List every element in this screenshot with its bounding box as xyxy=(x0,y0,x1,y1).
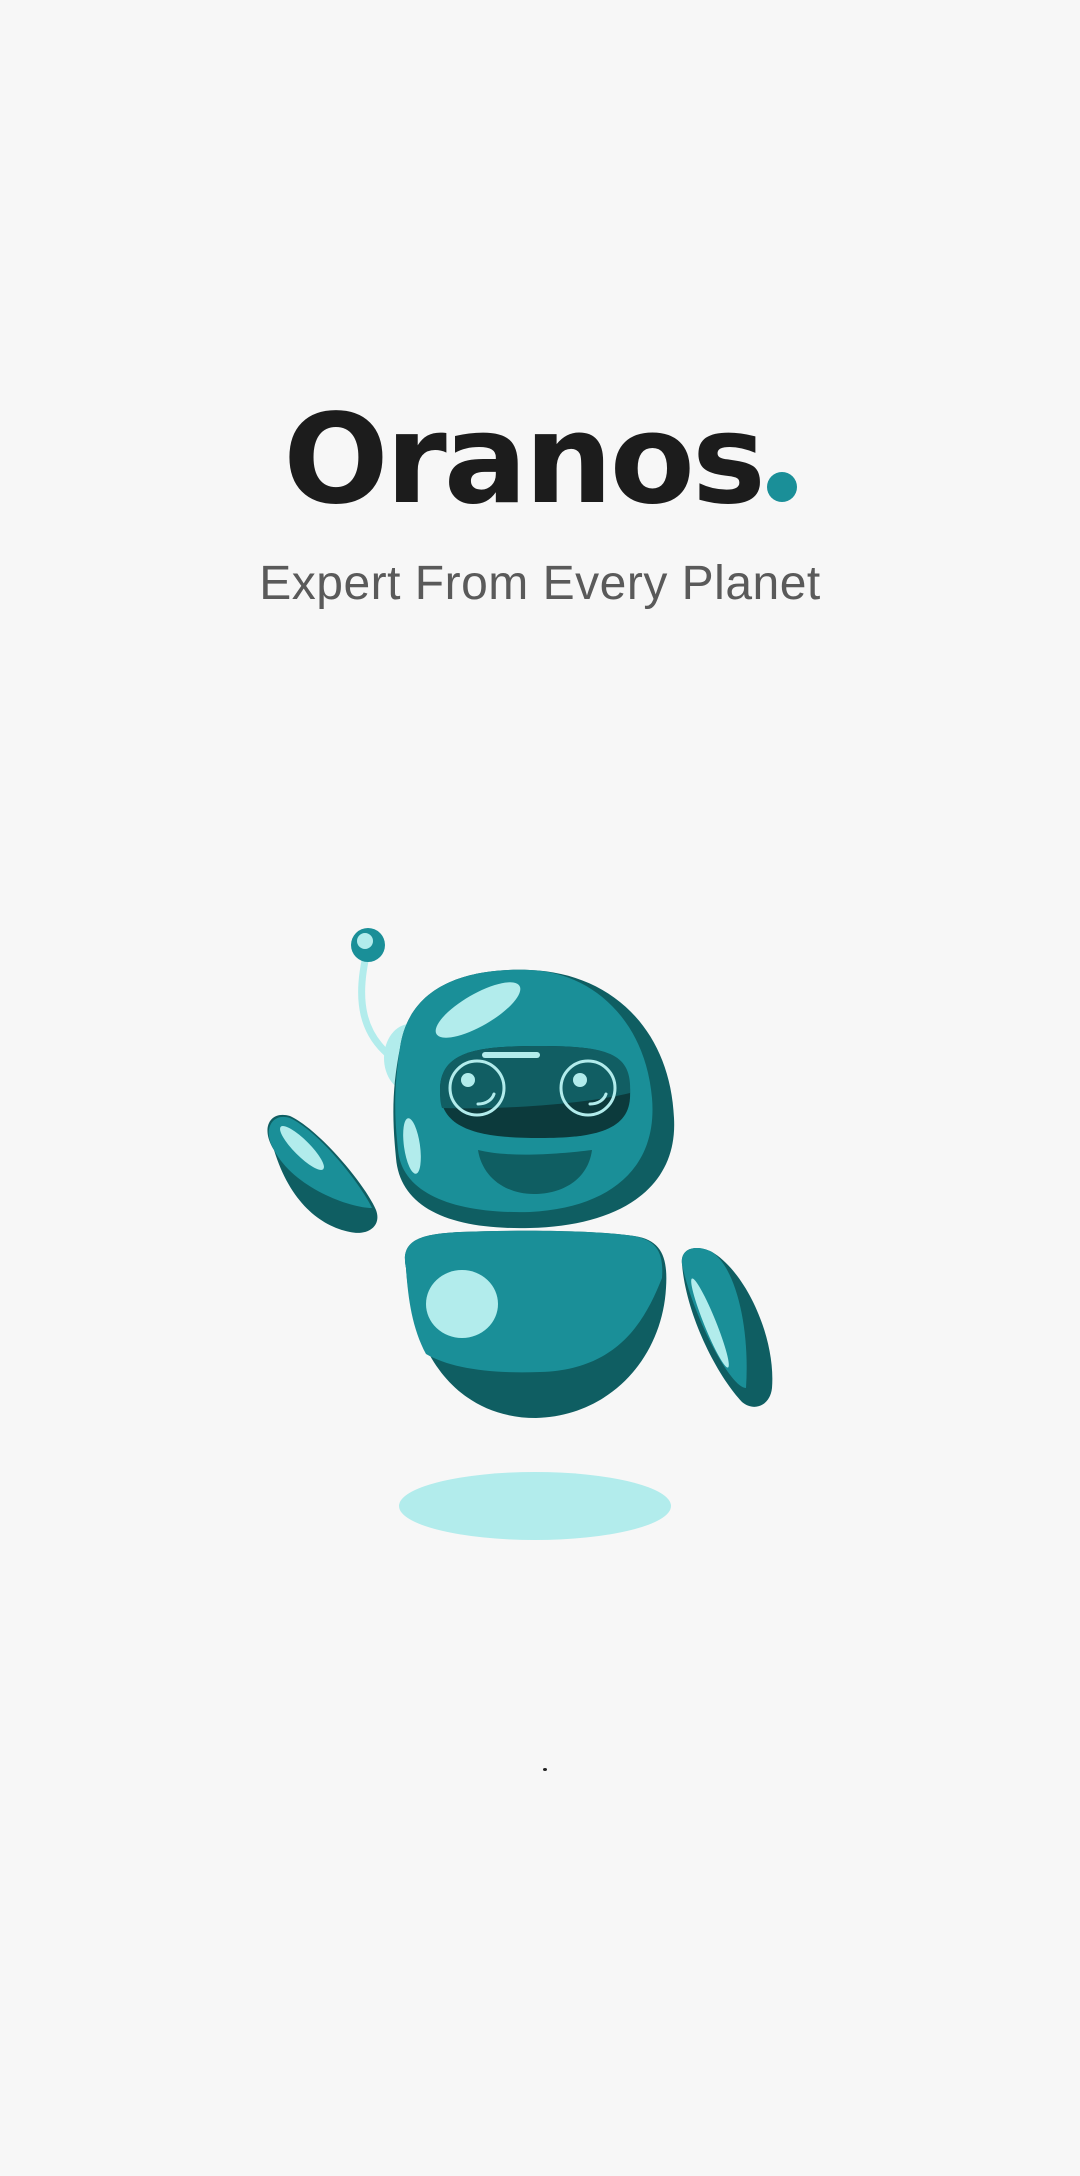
brand-logo: Oranos xyxy=(0,398,1080,522)
mascot-shadow xyxy=(399,1472,671,1540)
mascot-chest-light xyxy=(426,1270,498,1338)
loading-indicator xyxy=(543,1768,547,1771)
brand-tagline: Expert From Every Planet xyxy=(259,557,821,610)
brand-name: Oranos xyxy=(283,388,766,532)
brand-dot-icon xyxy=(766,472,797,502)
splash-screen: Oranos Expert From Every Planet xyxy=(0,0,1080,2176)
robot-mascot-icon xyxy=(267,928,773,1540)
